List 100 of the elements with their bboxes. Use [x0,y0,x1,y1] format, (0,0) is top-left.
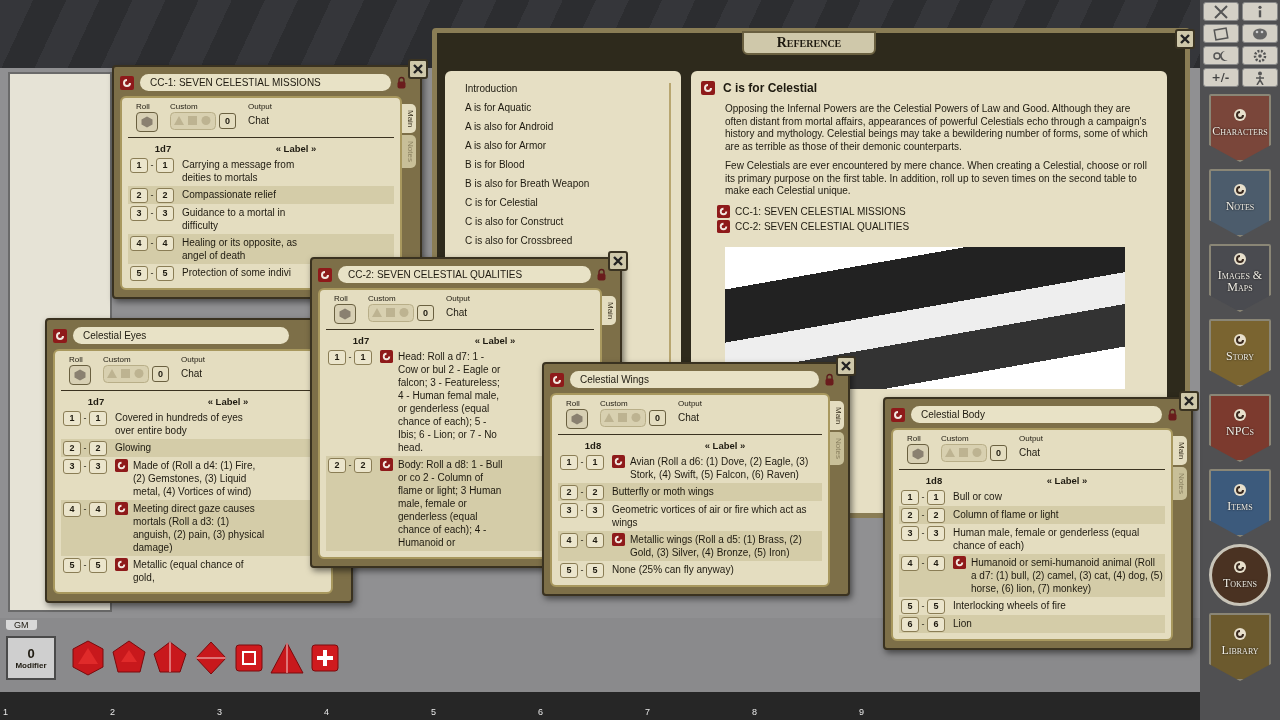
link-icon[interactable] [953,556,966,569]
tool-button[interactable] [1241,2,1278,21]
range-from-field[interactable]: 4 [901,555,919,571]
range-from-field[interactable]: 5 [901,598,919,614]
roll-button[interactable] [334,304,356,324]
hotkey-number[interactable]: 4 [324,707,431,720]
hotkey-number[interactable]: 8 [752,707,859,720]
index-link[interactable]: B is also for Breath Weapon [465,178,661,190]
die-icon[interactable] [193,640,229,676]
side-tab[interactable]: Main [602,296,616,326]
index-link[interactable]: C is for Celestial [465,197,661,209]
range-from-field[interactable]: 5 [560,562,578,578]
sidebar-button[interactable]: Characters [1209,94,1271,162]
custom-value-field[interactable]: 0 [990,445,1007,461]
range-from-field[interactable]: 1 [560,454,578,470]
sidebar-button[interactable]: Library [1209,613,1271,681]
range-from-field[interactable]: 3 [63,458,81,474]
range-to-field[interactable]: 3 [89,458,107,474]
range-to-field[interactable]: 1 [927,489,945,505]
die-icon[interactable] [152,640,188,676]
link-icon[interactable] [612,455,625,468]
link-icon[interactable] [612,533,625,546]
link-icon[interactable] [717,219,730,233]
range-from-field[interactable]: 1 [901,489,919,505]
hotkey-number[interactable]: 1 [3,707,110,720]
die-icon[interactable] [269,641,305,675]
title-field[interactable]: CC-1: SEVEN CELESTIAL MISSIONS [140,74,391,91]
range-to-field[interactable]: 2 [927,507,945,523]
range-from-field[interactable]: 2 [63,440,81,456]
side-tab[interactable]: Main [830,401,844,431]
range-to-field[interactable]: 4 [156,235,174,251]
range-to-field[interactable]: 6 [927,616,945,632]
output-value[interactable]: Chat [1019,444,1044,458]
link-icon[interactable] [701,81,715,95]
range-from-field[interactable]: 1 [328,349,346,365]
hotkey-number[interactable]: 6 [538,707,645,720]
custom-value-field[interactable]: 0 [417,305,434,321]
close-button[interactable] [836,356,856,376]
title-field[interactable]: Celestial Wings [570,371,819,388]
hotkey-number[interactable]: 2 [110,707,217,720]
range-to-field[interactable]: 1 [89,410,107,426]
range-to-field[interactable]: 3 [156,205,174,221]
sidebar-button[interactable]: Items [1209,469,1271,537]
sidebar-button[interactable]: Notes [1209,169,1271,237]
title-field[interactable]: CC-2: SEVEN CELESTIAL QUALITIES [338,266,591,283]
lock-icon[interactable] [1168,408,1177,421]
range-from-field[interactable]: 4 [63,501,81,517]
range-to-field[interactable]: 5 [927,598,945,614]
range-from-field[interactable]: 4 [130,235,148,251]
index-link[interactable]: A is also for Android [465,121,661,133]
index-link[interactable]: Introduction [465,83,661,95]
range-to-field[interactable]: 5 [89,557,107,573]
range-to-field[interactable]: 4 [89,501,107,517]
range-to-field[interactable]: 3 [927,525,945,541]
link-icon[interactable] [891,407,905,422]
range-to-field[interactable]: 2 [156,187,174,203]
output-value[interactable]: Chat [678,409,703,423]
hotkey-number[interactable]: 5 [431,707,538,720]
die-icon[interactable] [111,640,147,676]
lock-icon[interactable] [597,268,606,281]
range-from-field[interactable]: 1 [63,410,81,426]
link-icon[interactable] [115,459,128,472]
range-to-field[interactable]: 1 [586,454,604,470]
sidebar-button[interactable]: Tokens [1209,544,1271,606]
tool-button[interactable] [1241,46,1278,65]
range-to-field[interactable]: 2 [89,440,107,456]
index-link[interactable]: C is also for Construct [465,216,661,228]
link-icon[interactable] [717,204,730,218]
link-icon[interactable] [380,458,393,471]
title-field[interactable]: Celestial Body [911,406,1162,423]
index-link[interactable]: A is for Aquatic [465,102,661,114]
sidebar-button[interactable]: NPCs [1209,394,1271,462]
roll-button[interactable] [136,112,158,132]
lock-icon[interactable] [397,76,406,89]
roll-button[interactable] [907,444,929,464]
close-button[interactable] [1175,29,1195,49]
custom-dice-field[interactable] [170,112,216,130]
hotkey-number[interactable]: 9 [859,707,966,720]
modifier-box[interactable]: 0 Modifier [6,636,56,680]
tool-button[interactable] [1202,24,1239,43]
link-icon[interactable] [318,267,332,282]
range-from-field[interactable]: 6 [901,616,919,632]
side-tab[interactable]: Main [402,104,416,134]
custom-dice-field[interactable] [600,409,646,427]
tool-button[interactable] [1202,2,1239,21]
hotkey-number[interactable]: 3 [217,707,324,720]
range-from-field[interactable]: 3 [901,525,919,541]
link-icon[interactable] [115,558,128,571]
custom-dice-field[interactable] [103,365,149,383]
title-field[interactable]: Celestial Eyes [73,327,289,344]
custom-value-field[interactable]: 0 [152,366,169,382]
range-to-field[interactable]: 1 [354,349,372,365]
link-icon[interactable] [550,372,564,387]
range-to-field[interactable]: 2 [354,457,372,473]
table-link[interactable]: CC-2: SEVEN CELESTIAL QUALITIES [735,220,910,232]
tool-button[interactable] [1202,46,1239,65]
range-to-field[interactable]: 4 [586,532,604,548]
die-icon[interactable] [234,643,264,673]
output-value[interactable]: Chat [446,304,471,318]
custom-value-field[interactable]: 0 [649,410,666,426]
